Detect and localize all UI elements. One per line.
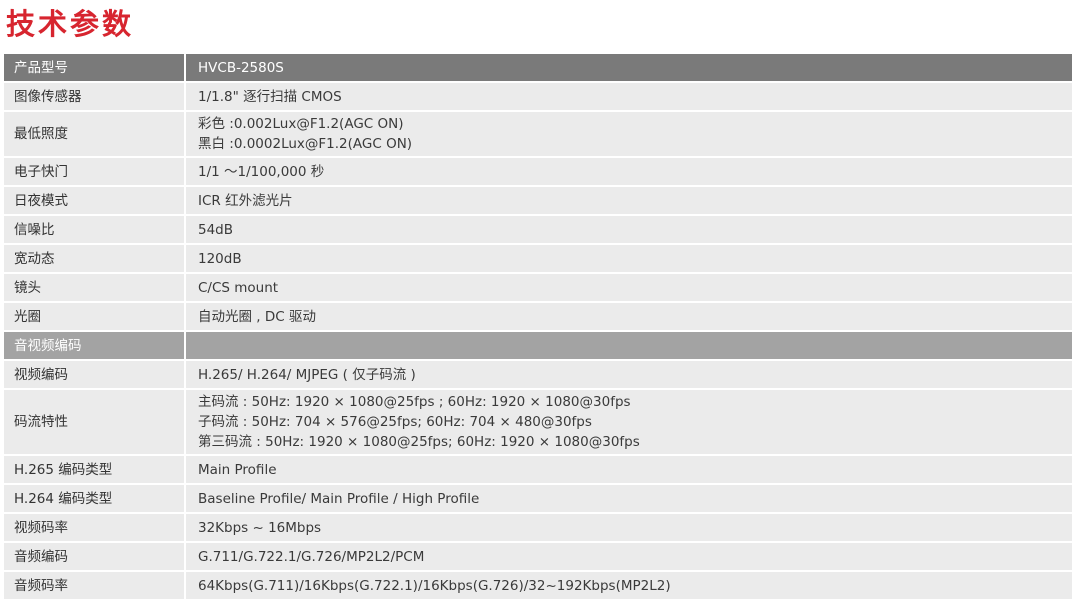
spec-value: 彩色 :0.002Lux@F1.2(AGC ON) 黑白 :0.0002Lux@F…: [185, 111, 1072, 158]
spec-row: 音频码率 64Kbps(G.711)/16Kbps(G.722.1)/16Kbps…: [4, 571, 1072, 601]
spec-label: 最低照度: [4, 111, 186, 158]
spec-value-line: Main Profile: [198, 461, 277, 478]
spec-row: 视频编码 H.265/ H.264/ MJPEG ( 仅子码流 ): [4, 360, 1072, 390]
spec-value: 32Kbps ~ 16Mbps: [185, 513, 1072, 543]
spec-label: 电子快门: [4, 157, 186, 187]
spec-value: C/CS mount: [185, 273, 1072, 303]
section-header-av-encoding: 音视频编码: [4, 331, 1072, 361]
spec-value: Baseline Profile/ Main Profile / High Pr…: [185, 484, 1072, 514]
model-label: 产品型号: [4, 54, 186, 83]
spec-value: ICR 红外滤光片: [185, 186, 1072, 216]
spec-label: H.265 编码类型: [4, 455, 186, 485]
spec-value-line: 64Kbps(G.711)/16Kbps(G.722.1)/16Kbps(G.7…: [198, 577, 671, 594]
spec-value-line: 黑白 :0.0002Lux@F1.2(AGC ON): [198, 136, 413, 152]
spec-value-line: H.265/ H.264/ MJPEG ( 仅子码流 ): [198, 366, 416, 383]
spec-value-line: C/CS mount: [198, 279, 279, 296]
spec-label: 镜头: [4, 273, 186, 303]
spec-value-line: 54dB: [198, 221, 234, 238]
spec-row: 镜头 C/CS mount: [4, 273, 1072, 303]
spec-value-line: 自动光圈 , DC 驱动: [198, 308, 316, 325]
spec-label: 日夜模式: [4, 186, 186, 216]
spec-value: 主码流 : 50Hz: 1920 × 1080@25fps ; 60Hz: 19…: [185, 389, 1072, 456]
spec-value: Main Profile: [185, 455, 1072, 485]
spec-value: G.711/G.722.1/G.726/MP2L2/PCM: [185, 542, 1072, 572]
spec-value-line: 1/1 ～1/100,000 秒: [198, 163, 325, 180]
spec-value-line: 子码流 : 50Hz: 704 × 576@25fps; 60Hz: 704 ×…: [198, 414, 592, 430]
page-title: 技术参数: [6, 7, 135, 41]
spec-value-line: G.711/G.722.1/G.726/MP2L2/PCM: [198, 548, 425, 565]
spec-row: 音频编码 G.711/G.722.1/G.726/MP2L2/PCM: [4, 542, 1072, 572]
spec-value: 1/1 ～1/100,000 秒: [185, 157, 1072, 187]
spec-value: 1/1.8" 逐行扫描 CMOS: [185, 82, 1072, 112]
spec-label: 视频编码: [4, 360, 186, 390]
spec-row: 电子快门 1/1 ～1/100,000 秒: [4, 157, 1072, 187]
spec-label: 码流特性: [4, 389, 186, 456]
spec-table-body: 产品型号 HVCB-2580S 图像传感器 1/1.8" 逐行扫描 CMOS 最低照…: [4, 54, 1072, 601]
spec-row: 最低照度 彩色 :0.002Lux@F1.2(AGC ON) 黑白 :0.0002L…: [4, 111, 1072, 158]
model-header-row: 产品型号 HVCB-2580S: [4, 54, 1072, 83]
spec-value-line: 1/1.8" 逐行扫描 CMOS: [198, 88, 342, 105]
spec-label: 宽动态: [4, 244, 186, 274]
spec-label: 音频码率: [4, 571, 186, 601]
spec-value: 54dB: [185, 215, 1072, 245]
spec-label: 音频编码: [4, 542, 186, 572]
spec-value-line: 32Kbps ~ 16Mbps: [198, 519, 322, 536]
spec-table: 产品型号 HVCB-2580S 图像传感器 1/1.8" 逐行扫描 CMOS 最低照…: [4, 54, 1072, 601]
spec-value-line: ICR 红外滤光片: [198, 192, 293, 209]
spec-value: 120dB: [185, 244, 1072, 274]
spec-label: 信噪比: [4, 215, 186, 245]
spec-value-line: 主码流 : 50Hz: 1920 × 1080@25fps ; 60Hz: 19…: [198, 394, 631, 410]
section-spacer: [185, 331, 1072, 361]
spec-label: 光圈: [4, 302, 186, 332]
spec-row: 日夜模式 ICR 红外滤光片: [4, 186, 1072, 216]
spec-label: H.264 编码类型: [4, 484, 186, 514]
spec-label: 视频码率: [4, 513, 186, 543]
spec-value-line: 彩色 :0.002Lux@F1.2(AGC ON): [198, 116, 404, 132]
spec-row: 视频码率 32Kbps ~ 16Mbps: [4, 513, 1072, 543]
section-label: 音视频编码: [4, 331, 186, 361]
spec-row: H.264 编码类型 Baseline Profile/ Main Profile…: [4, 484, 1072, 514]
spec-row: 码流特性 主码流 : 50Hz: 1920 × 1080@25fps ; 60Hz…: [4, 389, 1072, 456]
model-value: HVCB-2580S: [185, 54, 1072, 83]
spec-value-line: Baseline Profile/ Main Profile / High Pr…: [198, 490, 480, 507]
spec-value-line: 第三码流 : 50Hz: 1920 × 1080@25fps; 60Hz: 19…: [198, 434, 640, 450]
spec-row: 宽动态 120dB: [4, 244, 1072, 274]
spec-row: 信噪比 54dB: [4, 215, 1072, 245]
spec-value: H.265/ H.264/ MJPEG ( 仅子码流 ): [185, 360, 1072, 390]
spec-label: 图像传感器: [4, 82, 186, 112]
spec-value: 自动光圈 , DC 驱动: [185, 302, 1072, 332]
spec-value-line: 120dB: [198, 250, 242, 267]
spec-row: 光圈 自动光圈 , DC 驱动: [4, 302, 1072, 332]
spec-row: 图像传感器 1/1.8" 逐行扫描 CMOS: [4, 82, 1072, 112]
spec-row: H.265 编码类型 Main Profile: [4, 455, 1072, 485]
spec-value: 64Kbps(G.711)/16Kbps(G.722.1)/16Kbps(G.7…: [185, 571, 1072, 601]
